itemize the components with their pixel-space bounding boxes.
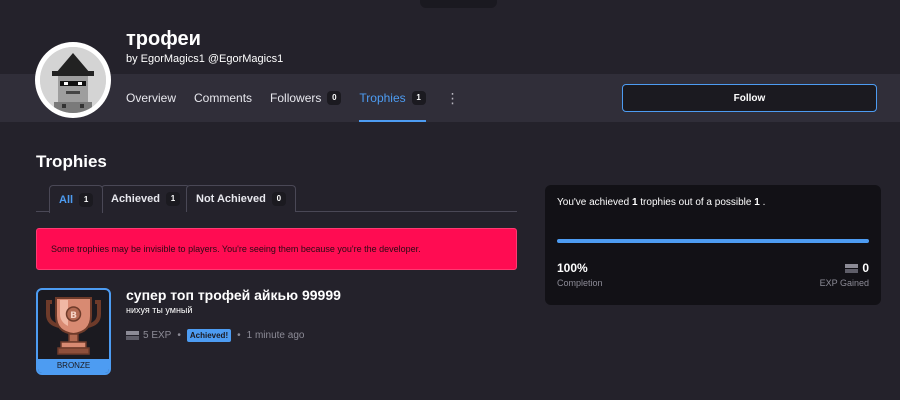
filter-all-count: 1 <box>79 192 94 207</box>
exp-gained-label: EXP Gained <box>819 278 869 288</box>
svg-text:B: B <box>70 311 77 321</box>
completion-progress-bar <box>557 239 869 243</box>
summary-prefix: You've achieved <box>557 197 632 208</box>
tab-followers-label: Followers <box>270 91 322 105</box>
exp-gained-value-wrap: 0 <box>845 261 869 275</box>
byline: by EgorMagics1 @EgorMagics1 <box>126 53 283 65</box>
trophies-heading: Trophies <box>36 152 107 171</box>
trophy-meta: 5 EXP • Achieved! • 1 minute ago <box>126 329 304 342</box>
byline-by: by <box>126 53 138 65</box>
trophy-card[interactable]: B BRONZE <box>36 288 111 375</box>
filter-tab-all[interactable]: All 1 <box>49 185 104 213</box>
exp-icon <box>845 263 859 273</box>
summary-suffix: . <box>759 197 766 208</box>
summary-middle: trophies out of a possible <box>637 197 755 208</box>
tab-trophies-label: Trophies <box>359 91 406 105</box>
follow-button[interactable]: Follow <box>622 84 877 112</box>
author-handle[interactable]: @EgorMagics1 <box>208 53 283 65</box>
trophy-rank-label: BRONZE <box>38 359 109 373</box>
trophy-name: супер топ трофей айкью 99999 <box>126 287 341 303</box>
page-title: трофеи <box>126 28 201 50</box>
completion-value: 100% <box>557 261 588 275</box>
trophy-exp: 5 EXP <box>143 330 172 341</box>
followers-count-badge: 0 <box>327 91 342 105</box>
trophies-count-badge: 1 <box>411 91 426 105</box>
profile-tabs: Overview Comments Followers 0 Trophies 1… <box>126 74 460 122</box>
trophy-summary-panel: You've achieved 1 trophies out of a poss… <box>545 185 881 305</box>
filter-tab-achieved[interactable]: Achieved 1 <box>101 185 190 212</box>
filter-achieved-count: 1 <box>165 192 180 206</box>
author-name[interactable]: EgorMagics1 <box>141 53 205 65</box>
separator-dot: • <box>177 330 181 341</box>
filter-not-achieved-count: 0 <box>271 192 286 206</box>
more-options-icon[interactable]: ⋮ <box>446 90 460 107</box>
tab-comments-label: Comments <box>194 91 253 105</box>
exp-icon <box>126 331 139 340</box>
trophy-filter-tabs: All 1 Achieved 1 Not Achieved 0 <box>36 185 517 213</box>
top-notch <box>420 0 497 8</box>
completion-label: Completion <box>557 278 603 288</box>
avatar[interactable] <box>35 42 111 118</box>
tab-overview-label: Overview <box>126 91 177 105</box>
summary-text: You've achieved 1 trophies out of a poss… <box>557 197 765 208</box>
tab-overview[interactable]: Overview <box>126 74 176 122</box>
trophy-description: нихуя ты умный <box>126 305 193 315</box>
filter-all-label: All <box>59 193 74 206</box>
filter-tab-not-achieved[interactable]: Not Achieved 0 <box>186 185 296 212</box>
exp-gained-value: 0 <box>862 261 869 275</box>
filter-achieved-label: Achieved <box>111 193 160 205</box>
tab-trophies[interactable]: Trophies 1 <box>359 74 426 122</box>
completion-progress-fill <box>557 239 869 243</box>
developer-visibility-alert: Some trophies may be invisible to player… <box>36 228 517 270</box>
trophy-time: 1 minute ago <box>246 330 305 341</box>
separator-dot: • <box>237 330 241 341</box>
bronze-trophy-icon: B <box>46 297 101 355</box>
tab-followers[interactable]: Followers 0 <box>270 74 342 122</box>
filter-not-achieved-label: Not Achieved <box>196 193 266 205</box>
achieved-badge: Achieved! <box>186 329 232 342</box>
tab-comments[interactable]: Comments <box>194 74 252 122</box>
avatar-image <box>40 47 106 113</box>
